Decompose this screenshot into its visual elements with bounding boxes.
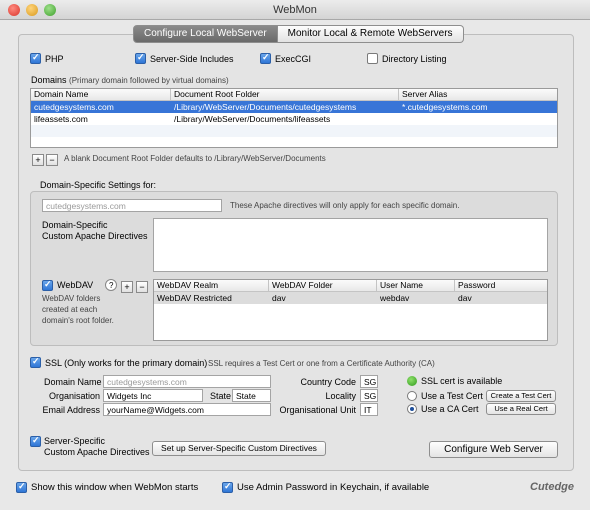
- php-option[interactable]: PHP: [30, 52, 64, 64]
- keychain-checkbox[interactable]: [222, 481, 233, 493]
- webdav-checkbox[interactable]: [42, 279, 53, 291]
- country-field[interactable]: SG: [360, 375, 378, 388]
- domain-directives-textarea[interactable]: [153, 218, 548, 272]
- webdav-option[interactable]: WebDAV?: [42, 279, 118, 291]
- domain-settings-field[interactable]: cutedgesystems.com: [42, 199, 222, 212]
- window-controls: [8, 4, 56, 16]
- ssl-domain-label: Domain Name: [44, 377, 102, 387]
- configure-web-server-button[interactable]: Configure Web Server: [429, 441, 558, 458]
- domains-table[interactable]: Domain Name Document Root Folder Server …: [30, 88, 558, 148]
- state-field[interactable]: State: [232, 389, 271, 402]
- title-bar: WebMon: [0, 0, 590, 20]
- zoom-icon[interactable]: [44, 4, 56, 16]
- ssl-domain-field[interactable]: cutedgesystems.com: [103, 375, 271, 388]
- test-cert-option[interactable]: Use a Test Cert: [407, 391, 483, 401]
- add-domain-button[interactable]: +: [32, 154, 44, 166]
- domain-settings-note: These Apache directives will only apply …: [230, 201, 460, 210]
- unit-field[interactable]: IT: [360, 403, 378, 416]
- col-document-root[interactable]: Document Root Folder: [171, 89, 399, 100]
- execcgi-option[interactable]: ExecCGI: [260, 52, 311, 64]
- create-test-cert-button[interactable]: Create a Test Cert: [486, 390, 556, 402]
- col-domain-name[interactable]: Domain Name: [31, 89, 171, 100]
- table-row[interactable]: cutedgesystems.com /Library/WebServer/Do…: [31, 101, 557, 113]
- col-password[interactable]: Password: [455, 280, 547, 291]
- email-label: Email Address: [42, 405, 100, 415]
- minimize-icon[interactable]: [26, 4, 38, 16]
- ca-cert-radio[interactable]: [407, 404, 417, 414]
- add-webdav-button[interactable]: +: [121, 281, 133, 293]
- help-icon[interactable]: ?: [105, 279, 118, 291]
- webdav-table[interactable]: WebDAV Realm WebDAV Folder User Name Pas…: [153, 279, 548, 341]
- ssi-checkbox[interactable]: [135, 52, 146, 64]
- server-specific-label: Server-Specific Custom Apache Directives: [44, 436, 150, 457]
- col-webdav-folder[interactable]: WebDAV Folder: [269, 280, 377, 291]
- remove-webdav-button[interactable]: −: [136, 281, 148, 293]
- col-webdav-realm[interactable]: WebDAV Realm: [154, 280, 269, 291]
- server-specific-checkbox[interactable]: [30, 435, 41, 448]
- organisation-field[interactable]: Widgets Inc: [103, 389, 203, 402]
- col-user-name[interactable]: User Name: [377, 280, 455, 291]
- email-field[interactable]: yourName@Widgets.com: [103, 403, 271, 416]
- domains-note: A blank Document Root Folder defaults to…: [64, 154, 326, 163]
- ssi-option[interactable]: Server-Side Includes: [135, 52, 234, 64]
- ssl-option[interactable]: SSL (Only works for the primary domain): [30, 356, 207, 368]
- ca-cert-option[interactable]: Use a CA Cert: [407, 404, 479, 414]
- keychain-option[interactable]: Use Admin Password in Keychain, if avail…: [222, 481, 429, 493]
- php-checkbox[interactable]: [30, 52, 41, 64]
- tab-configure-local[interactable]: Configure Local WebServer: [133, 25, 278, 43]
- table-row[interactable]: lifeassets.com /Library/WebServer/Docume…: [31, 113, 557, 125]
- test-cert-radio[interactable]: [407, 391, 417, 401]
- window-title: WebMon: [273, 4, 317, 16]
- state-label: State: [210, 391, 232, 401]
- cutedge-logo: Cutedge: [530, 481, 574, 493]
- show-window-checkbox[interactable]: [16, 481, 27, 493]
- tab-monitor-servers[interactable]: Monitor Local & Remote WebServers: [277, 25, 464, 43]
- ssl-note: SSL requires a Test Cert or one from a C…: [208, 359, 435, 368]
- table-row[interactable]: WebDAV Restricted dav webdav dav: [154, 292, 547, 304]
- setup-directives-button[interactable]: Set up Server-Specific Custom Directives: [152, 441, 326, 456]
- domains-table-header: Domain Name Document Root Folder Server …: [31, 89, 557, 101]
- locality-field[interactable]: SG: [360, 389, 378, 402]
- ssl-checkbox[interactable]: [30, 356, 41, 368]
- domain-settings-title: Domain-Specific Settings for:: [40, 180, 157, 190]
- tab-bar: Configure Local WebServer Monitor Local …: [133, 25, 464, 43]
- webdav-description: WebDAV folders created at each domain's ro…: [42, 294, 114, 325]
- ssl-status: SSL cert is available: [407, 376, 502, 386]
- show-window-option[interactable]: Show this window when WebMon starts: [16, 481, 198, 493]
- col-server-alias[interactable]: Server Alias: [399, 89, 557, 100]
- dirlist-option[interactable]: Directory Listing: [367, 53, 447, 64]
- organisation-label: Organisation: [48, 391, 100, 401]
- directives-label: Domain-Specific Custom Apache Directives: [42, 220, 148, 241]
- unit-label: Organisational Unit: [279, 405, 356, 415]
- locality-label: Locality: [325, 391, 356, 401]
- status-green-icon: [407, 376, 417, 386]
- country-label: Country Code: [300, 377, 356, 387]
- execcgi-checkbox[interactable]: [260, 52, 271, 64]
- use-real-cert-button[interactable]: Use a Real Cert: [486, 403, 556, 415]
- close-icon[interactable]: [8, 4, 20, 16]
- remove-domain-button[interactable]: −: [46, 154, 58, 166]
- server-specific-checkbox-wrap[interactable]: [30, 435, 41, 448]
- domains-heading: Domains (Primary domain followed by virt…: [31, 75, 229, 85]
- dirlist-checkbox[interactable]: [367, 53, 378, 64]
